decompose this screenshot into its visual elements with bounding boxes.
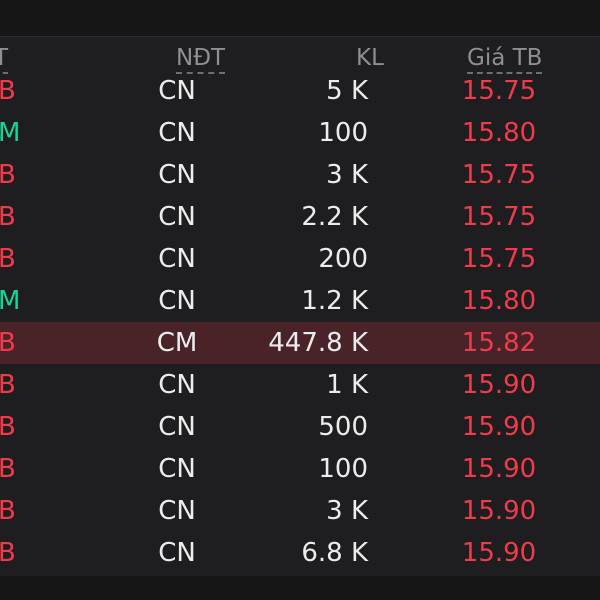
trade-history-panel: T NĐT KL Giá TB B CN 5 K 15.75 M CN 100 15.80 B C… xyxy=(0,0,600,600)
trade-side: M xyxy=(0,118,21,148)
trade-volume: 3 K xyxy=(326,496,368,526)
trade-volume: 5 K xyxy=(326,76,368,106)
trade-row[interactable]: B CN 5 K 15.75 xyxy=(0,70,600,112)
trade-row[interactable]: B CN 1 K 15.90 xyxy=(0,364,600,406)
trade-avg-price: 15.90 xyxy=(461,454,537,484)
trade-list: B CN 5 K 15.75 M CN 100 15.80 B CN 3 K 15.75 B CN 2.2 … xyxy=(0,70,600,574)
trade-volume: 1 K xyxy=(326,370,368,400)
trade-investor-type: CN xyxy=(158,244,196,274)
trade-avg-price: 15.90 xyxy=(461,538,537,568)
trade-investor-type: CN xyxy=(158,202,196,232)
trade-investor-type: CN xyxy=(158,160,196,190)
trade-volume: 6.8 K xyxy=(301,538,368,568)
trade-investor-type: CN xyxy=(158,496,196,526)
header-volume[interactable]: KL xyxy=(356,45,384,71)
trade-side: B xyxy=(0,412,16,442)
trade-volume: 447.8 K xyxy=(268,328,368,358)
trade-investor-type: CN xyxy=(158,286,196,316)
trade-volume: 100 xyxy=(318,118,368,148)
trade-investor-type: CN xyxy=(158,454,196,484)
trade-volume: 500 xyxy=(318,412,368,442)
trade-side: M xyxy=(0,286,21,316)
trade-avg-price: 15.75 xyxy=(461,160,537,190)
trade-avg-price: 15.82 xyxy=(461,328,537,358)
trade-row[interactable]: B CN 500 15.90 xyxy=(0,406,600,448)
trade-row[interactable]: B CN 3 K 15.75 xyxy=(0,154,600,196)
trade-side: B xyxy=(0,538,16,568)
trade-volume: 3 K xyxy=(326,160,368,190)
trade-row[interactable]: B CN 200 15.75 xyxy=(0,238,600,280)
trade-volume: 100 xyxy=(318,454,368,484)
trade-side: B xyxy=(0,370,16,400)
trade-investor-type: CN xyxy=(158,538,196,568)
trade-investor-type: CN xyxy=(158,412,196,442)
trade-side: B xyxy=(0,160,16,190)
trade-avg-price: 15.90 xyxy=(461,412,537,442)
trade-row[interactable]: M CN 1.2 K 15.80 xyxy=(0,280,600,322)
trade-row[interactable]: B CN 100 15.90 xyxy=(0,448,600,490)
panel-top-bar xyxy=(0,0,600,36)
trade-row[interactable]: B CN 3 K 15.90 xyxy=(0,490,600,532)
trade-volume: 200 xyxy=(318,244,368,274)
trade-row[interactable]: B CN 6.8 K 15.90 xyxy=(0,532,600,574)
trade-side: B xyxy=(0,202,16,232)
panel-bottom-bar xyxy=(0,576,600,600)
trade-investor-type: CN xyxy=(158,76,196,106)
trade-row[interactable]: B CN 2.2 K 15.75 xyxy=(0,196,600,238)
trade-investor-type: CM xyxy=(156,328,198,358)
trade-side: B xyxy=(0,328,16,358)
trade-avg-price: 15.90 xyxy=(461,370,537,400)
trade-avg-price: 15.75 xyxy=(461,76,537,106)
trade-row[interactable]: M CN 100 15.80 xyxy=(0,112,600,154)
trade-investor-type: CN xyxy=(158,118,196,148)
trade-avg-price: 15.80 xyxy=(461,286,537,316)
trade-investor-type: CN xyxy=(158,370,196,400)
trade-avg-price: 15.75 xyxy=(461,202,537,232)
trade-volume: 1.2 K xyxy=(301,286,368,316)
trade-side: B xyxy=(0,454,16,484)
trade-volume: 2.2 K xyxy=(301,202,368,232)
trade-side: B xyxy=(0,244,16,274)
trade-side: B xyxy=(0,496,16,526)
trade-avg-price: 15.80 xyxy=(461,118,537,148)
trade-avg-price: 15.90 xyxy=(461,496,537,526)
trade-avg-price: 15.75 xyxy=(461,244,537,274)
trade-row[interactable]: B CM 447.8 K 15.82 xyxy=(0,322,600,364)
trade-side: B xyxy=(0,76,16,106)
